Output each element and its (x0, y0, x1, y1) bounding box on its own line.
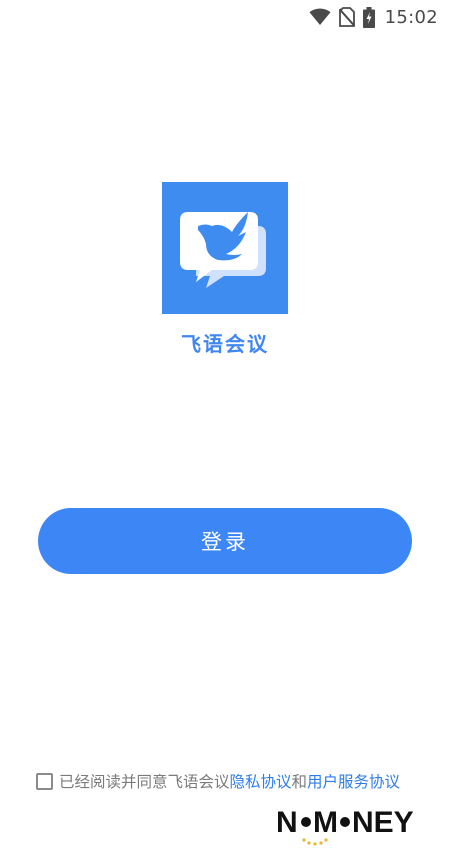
no-sim-icon (338, 7, 355, 27)
app-name: 飞语会议 (181, 332, 269, 356)
agreement-conjunction: 和 (291, 773, 308, 791)
battery-charging-icon (362, 6, 375, 28)
wifi-icon (309, 8, 331, 26)
app-logo (162, 182, 288, 314)
agreement-checkbox[interactable] (36, 772, 53, 790)
status-time: 15:02 (384, 6, 438, 28)
watermark-logo: N M NEY (276, 802, 426, 848)
login-button[interactable]: 登录 (38, 508, 412, 574)
bird-chat-logo-icon (180, 212, 266, 288)
svg-text:M: M (313, 806, 338, 839)
svg-text:NEY: NEY (352, 806, 414, 839)
agreement-prefix: 已经阅读并同意飞语会议 (59, 773, 230, 791)
privacy-policy-link[interactable]: 隐私协议 (230, 770, 292, 792)
svg-text:N: N (276, 806, 298, 839)
user-service-agreement-link[interactable]: 用户服务协议 (307, 770, 400, 792)
agreement-row: 已经阅读并同意飞语会议 隐私协议 和 用户服务协议 (36, 770, 400, 792)
status-bar: 15:02 (309, 0, 450, 34)
